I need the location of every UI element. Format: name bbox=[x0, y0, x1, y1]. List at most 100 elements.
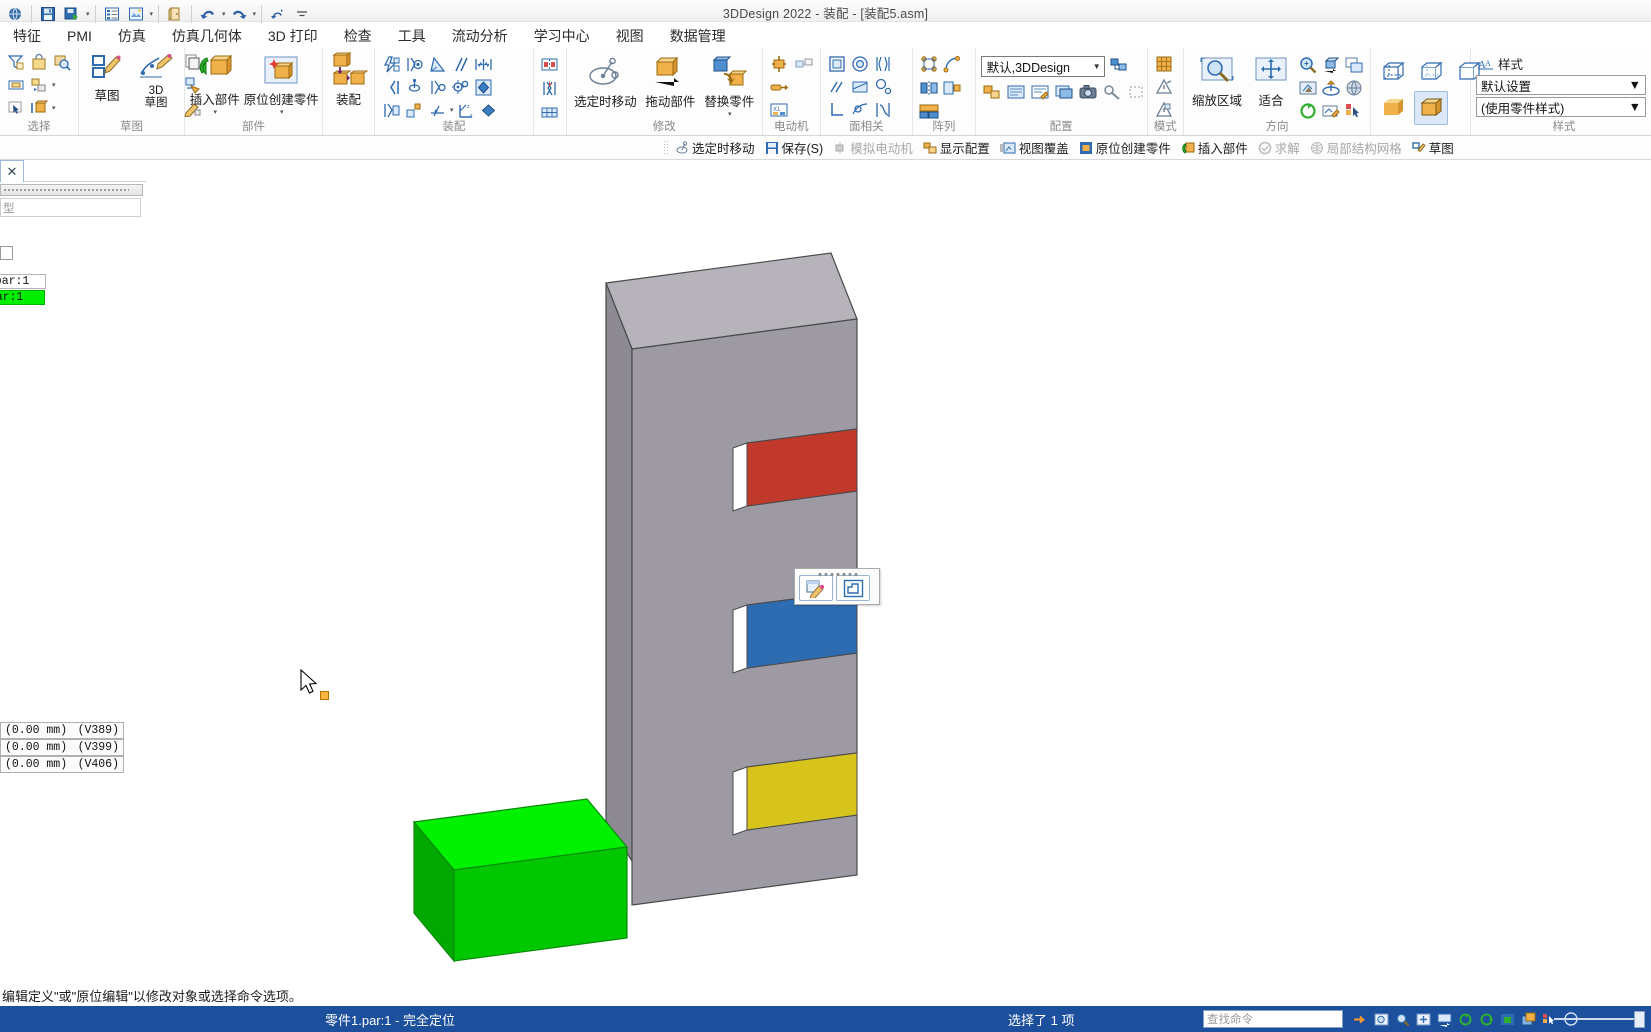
chevron-down-icon[interactable]: ▼ bbox=[1093, 62, 1101, 71]
sketch-view-icon[interactable] bbox=[1297, 77, 1319, 99]
concentric-icon[interactable] bbox=[872, 76, 894, 98]
replace-part-dropdown-icon[interactable]: ▾ bbox=[727, 110, 732, 118]
select-part-icon[interactable] bbox=[28, 97, 50, 119]
find-command-input[interactable]: 查找命令 bbox=[1203, 1010, 1343, 1028]
replace-part-button[interactable]: 替换零件 ▾ bbox=[702, 55, 757, 119]
mirror-copy-icon[interactable] bbox=[539, 53, 561, 75]
tab-simulation[interactable]: 仿真 bbox=[105, 25, 159, 47]
simplify-mode-icon[interactable] bbox=[1153, 76, 1175, 98]
customize-qat-icon[interactable] bbox=[291, 3, 313, 25]
hidden-edge-icon[interactable] bbox=[1414, 55, 1448, 89]
mini-edit-in-place-button[interactable] bbox=[836, 575, 870, 601]
cmd-simulate-motor[interactable]: 模拟电动机 bbox=[828, 137, 918, 158]
capture-icon[interactable] bbox=[1077, 81, 1099, 103]
mini-toolbar-grip[interactable] bbox=[817, 572, 859, 577]
tab-3d-print[interactable]: 3D 打印 bbox=[255, 25, 331, 47]
save-as-dropdown-icon[interactable]: ▾ bbox=[85, 10, 90, 18]
save-icon[interactable] bbox=[37, 3, 59, 25]
zone-icon[interactable] bbox=[1125, 81, 1147, 103]
display-config-icon[interactable] bbox=[981, 81, 1003, 103]
pan-icon[interactable] bbox=[1320, 54, 1342, 76]
new-config-icon[interactable] bbox=[1005, 81, 1027, 103]
command-bar-grip[interactable] bbox=[663, 139, 668, 156]
gear-icon[interactable] bbox=[449, 76, 471, 98]
shaded-with-edges-icon[interactable] bbox=[1414, 91, 1448, 125]
tree-item-part4[interactable]: 4.par:1 bbox=[0, 274, 46, 289]
cmd-insert-part[interactable]: 插入部件 bbox=[1176, 137, 1253, 158]
part-style-combo[interactable]: (使用零件样式) ▼ bbox=[1476, 97, 1646, 117]
insert-part-button[interactable]: 插入部件 ▾ bbox=[190, 53, 240, 117]
create-part-dropdown-icon[interactable]: ▾ bbox=[279, 108, 284, 116]
zoom-slider-track[interactable] bbox=[1554, 1018, 1638, 1020]
cmd-local-mesh[interactable]: 局部结构网格 bbox=[1305, 137, 1407, 158]
left-panel-tab[interactable]: ✕ bbox=[0, 160, 24, 182]
mirror-pairs-icon[interactable] bbox=[380, 76, 402, 98]
value-readout-v389[interactable]: (0.00 mm) (V389) bbox=[0, 722, 124, 739]
config-manager-icon[interactable] bbox=[1108, 55, 1130, 77]
assemble-button[interactable]: 装配 bbox=[326, 51, 372, 109]
tab-view[interactable]: 视图 bbox=[603, 25, 657, 47]
print-preview-icon[interactable] bbox=[125, 3, 147, 25]
window-select-icon[interactable] bbox=[5, 74, 27, 96]
shaded-icon[interactable] bbox=[1376, 91, 1410, 125]
rotate-view-icon[interactable] bbox=[1320, 77, 1342, 99]
cmd-display-config[interactable]: 显示配置 bbox=[918, 137, 995, 158]
value-readout-v399[interactable]: (0.00 mm) (V399) bbox=[0, 739, 124, 756]
properties-icon[interactable] bbox=[101, 3, 123, 25]
tab-learning-center[interactable]: 学习中心 bbox=[521, 25, 603, 47]
cmd-view-overlay[interactable]: 视图覆盖 bbox=[995, 137, 1074, 158]
zoom-slider-thumb[interactable] bbox=[1634, 1010, 1645, 1028]
create-part-in-place-button[interactable]: 原位创建零件 ▾ bbox=[244, 53, 319, 117]
cam-icon[interactable] bbox=[426, 76, 448, 98]
zoom-icon[interactable] bbox=[1394, 1011, 1411, 1028]
tab-inspect[interactable]: 检查 bbox=[331, 25, 385, 47]
mini-edit-definition-button[interactable] bbox=[799, 575, 833, 601]
grid-mode-icon[interactable] bbox=[1153, 53, 1175, 75]
offset-face-icon[interactable] bbox=[849, 76, 871, 98]
app-menu-icon[interactable] bbox=[4, 3, 26, 25]
pan-icon[interactable] bbox=[1436, 1011, 1453, 1028]
tangent-icon[interactable] bbox=[472, 76, 494, 98]
print-dropdown-icon[interactable]: ▾ bbox=[149, 10, 154, 18]
zoom-area-icon[interactable] bbox=[1415, 1011, 1432, 1028]
fit-icon[interactable] bbox=[1373, 1011, 1390, 1028]
chevron-down-icon[interactable]: ▼ bbox=[1629, 78, 1641, 92]
undo-dropdown-icon[interactable]: ▾ bbox=[221, 10, 226, 18]
close-icon[interactable]: ✕ bbox=[7, 165, 18, 178]
redo-dropdown-icon[interactable]: ▾ bbox=[252, 10, 257, 18]
fill-pattern-icon[interactable] bbox=[941, 77, 963, 99]
angle-icon[interactable] bbox=[426, 53, 448, 75]
tab-simulation-geometry[interactable]: 仿真几何体 bbox=[159, 25, 255, 47]
redo-icon[interactable] bbox=[228, 3, 250, 25]
move-on-select-button[interactable]: 选定时移动 bbox=[572, 55, 639, 111]
cmd-solve[interactable]: 求解 bbox=[1253, 137, 1305, 158]
mirror-pattern-icon[interactable] bbox=[918, 77, 940, 99]
lock-icon[interactable] bbox=[28, 51, 50, 73]
tab-flow-analysis[interactable]: 流动分析 bbox=[439, 25, 521, 47]
edit-config-icon[interactable] bbox=[1029, 81, 1051, 103]
motor-preview-icon[interactable] bbox=[793, 53, 815, 75]
panel-find-input[interactable]: 型 bbox=[0, 198, 141, 217]
linear-motor-icon[interactable] bbox=[768, 76, 790, 98]
3d-model[interactable] bbox=[146, 161, 1651, 985]
cmd-sketch[interactable]: 草图 bbox=[1407, 137, 1459, 158]
relation-table-icon[interactable] bbox=[539, 101, 561, 123]
rotate-icon[interactable] bbox=[1457, 1011, 1474, 1028]
relations-dropdown-icon[interactable]: ▾ bbox=[449, 106, 454, 114]
sketch-3d-button[interactable]: 3D 草图 bbox=[133, 51, 179, 110]
axial-align-icon[interactable] bbox=[403, 53, 425, 75]
style-setting-combo[interactable]: 默认设置 ▼ bbox=[1476, 75, 1646, 95]
mirror-face-icon[interactable] bbox=[872, 53, 894, 75]
value-readout-v406[interactable]: (0.00 mm) (V406) bbox=[0, 756, 124, 773]
planar-face-icon[interactable] bbox=[826, 53, 848, 75]
parallel-face-icon[interactable] bbox=[826, 76, 848, 98]
zoom-area-button[interactable]: 缩放区域 bbox=[1189, 54, 1245, 110]
circular-face-icon[interactable] bbox=[849, 53, 871, 75]
mini-toolbar[interactable] bbox=[794, 568, 880, 605]
tab-features[interactable]: 特征 bbox=[0, 25, 54, 47]
pointer-select-icon[interactable] bbox=[5, 97, 27, 119]
select-part-dropdown-icon[interactable]: ▾ bbox=[51, 104, 56, 112]
config-list-icon[interactable] bbox=[1053, 81, 1075, 103]
pattern-copy-icon[interactable] bbox=[539, 77, 561, 99]
sketch-button[interactable]: 草图 bbox=[84, 51, 130, 105]
